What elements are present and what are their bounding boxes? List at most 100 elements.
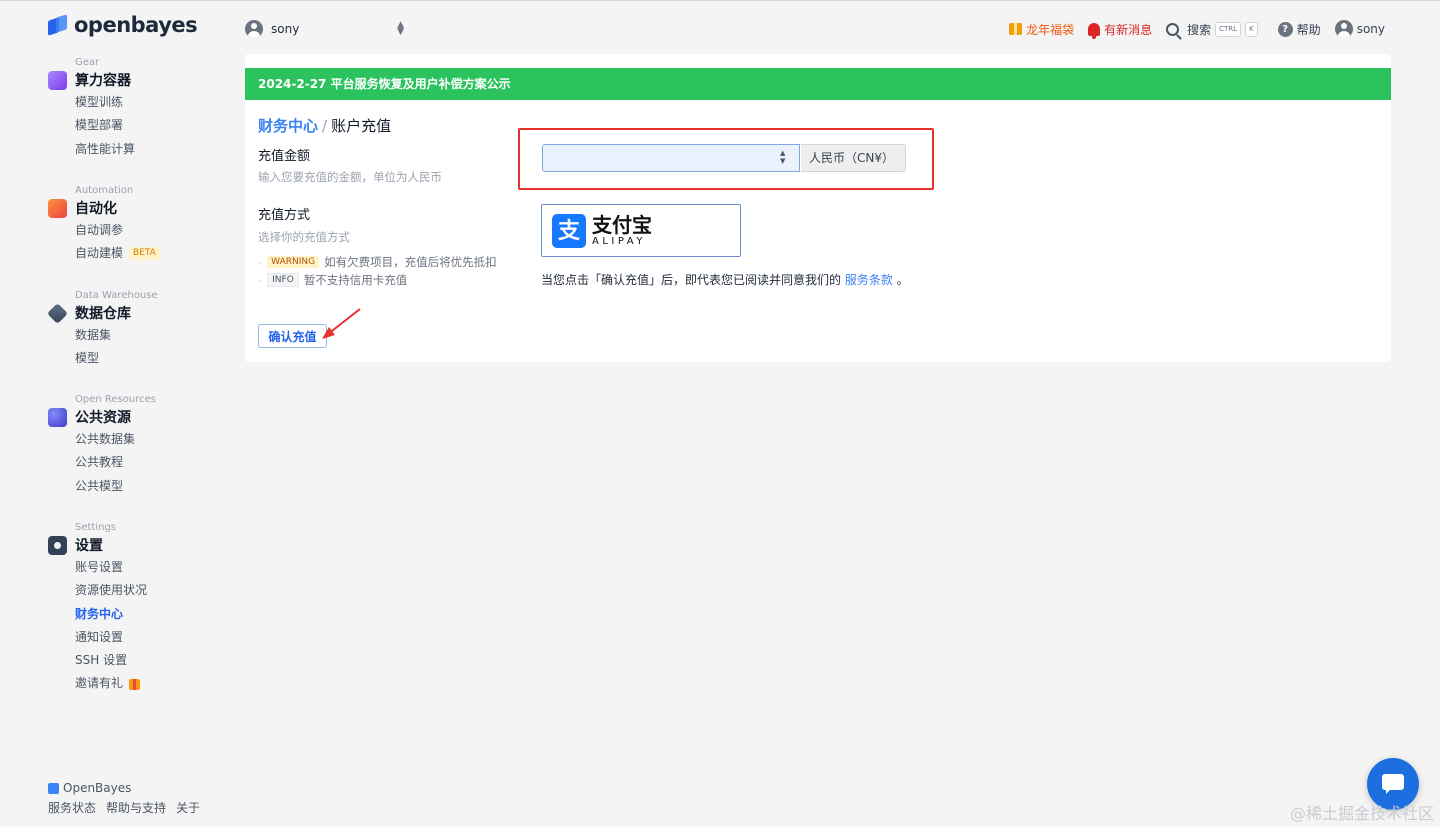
sidebar-item-label: 自动建模 [75,246,124,261]
sidebar-item-auto-modeling[interactable]: 自动建模 BETA [75,242,160,265]
alipay-option[interactable]: 支 支付宝 ALIPAY [541,204,741,257]
messages-label: 有新消息 [1104,22,1153,37]
sidebar-item-account-settings[interactable]: 账号设置 [75,556,147,579]
kbd-k: K [1245,21,1258,37]
open-resources-icon [48,407,67,427]
annotation-arrow-icon [322,308,361,339]
sidebar-head-container[interactable]: 算力容器 [48,69,135,91]
list-dash: - [258,273,263,287]
group-eyebrow: Settings [75,522,117,533]
messages-link[interactable]: 有新消息 [1088,21,1153,39]
sidebar-item-models[interactable]: 模型 [75,347,158,370]
footer-link-about[interactable]: 关于 [176,799,200,816]
user-menu[interactable]: sony [1334,20,1385,38]
search-icon [1166,22,1180,36]
sidebar-item-public-models[interactable]: 公共模型 [75,475,156,498]
sidebar-group-open-resources: Open Resources 公共资源 公共数据集 公共教程 公共模型 [48,393,156,498]
sidebar-head-warehouse[interactable]: 数据仓库 [47,302,158,324]
openbayes-mini-icon [48,782,59,794]
sidebar-item-public-tutorials[interactable]: 公共教程 [75,451,156,474]
search-button[interactable]: 搜索 CTRL K [1166,21,1258,38]
info-text: 暂不支持信用卡充值 [303,273,408,287]
terms-agreement: 当您点击「确认充值」后，即代表您已阅读并同意我们的 服务条款 。 [541,271,909,288]
sidebar-group-automation: Automation 自动化 自动调参 自动建模 BETA [48,184,160,266]
brand-logo[interactable]: openbayes [48,13,198,37]
chat-bubble-tail [1386,789,1391,794]
alipay-name-en: ALIPAY [592,235,646,247]
container-icon [48,70,67,90]
top-nav: 龙年福袋 有新消息 搜索 CTRL K ? 帮助 sony [1009,18,1385,40]
breadcrumb-parent[interactable]: 财务中心 [258,115,318,136]
annotation-highlight-box [518,128,934,190]
sidebar-item-hpc[interactable]: 高性能计算 [75,138,135,161]
chevron-updown-icon: ▲ ▼ [397,20,404,37]
gift-icon [1009,23,1023,35]
kbd-ctrl: CTRL [1215,21,1242,37]
method-label: 充值方式 [258,208,311,223]
warning-tag: WARNING [267,256,320,268]
agree-suffix: 。 [896,273,909,287]
sidebar-item-datasets[interactable]: 数据集 [75,324,158,347]
fortune-bag-label: 龙年福袋 [1026,22,1075,37]
group-eyebrow: Gear [75,57,100,68]
breadcrumb-separator: / [322,117,328,135]
confirm-recharge-button[interactable]: 确认充值 [258,324,327,348]
sidebar-item-notification-settings[interactable]: 通知设置 [75,626,147,649]
amount-label: 充值金额 [258,149,311,164]
account-select[interactable]: sony ▲ ▼ [245,18,410,40]
group-title: 算力容器 [75,73,131,89]
sidebar-item-label: 邀请有礼 [75,676,124,691]
search-label: 搜索 [1187,22,1212,37]
footer-links: 服务状态 帮助与支持 关于 [48,799,200,816]
beta-badge: BETA [129,247,160,261]
avatar-icon [1334,20,1353,38]
sidebar-head-automation[interactable]: 自动化 [48,197,160,219]
help-icon: ? [1277,21,1293,37]
warning-note: - WARNING 如有欠费项目，充值后将优先抵扣 [258,254,497,270]
sidebar-item-ssh-settings[interactable]: SSH 设置 [75,649,147,672]
group-eyebrow: Automation [75,185,134,196]
sidebar-head-open-resources[interactable]: 公共资源 [48,406,156,428]
gift-icon [129,678,141,690]
list-dash: - [258,255,263,269]
sidebar-group-data-warehouse: Data Warehouse 数据仓库 数据集 模型 [47,289,158,371]
footer-link-help[interactable]: 帮助与支持 [106,799,166,816]
amount-hint: 输入您要充值的金额，单位为人民币 [258,170,442,184]
group-title: 公共资源 [75,410,131,426]
footer-brand: OpenBayes [48,781,131,795]
user-name: sony [1356,22,1385,36]
help-link[interactable]: ? 帮助 [1277,21,1321,38]
footer-brand-name: OpenBayes [63,781,132,795]
sidebar-item-auto-tuning[interactable]: 自动调参 [75,219,160,242]
alipay-wordmark: 支付宝 ALIPAY [592,214,652,248]
group-title: 自动化 [75,201,117,217]
group-title: 数据仓库 [75,306,131,322]
footer-link-status[interactable]: 服务状态 [48,799,96,816]
group-eyebrow: Open Resources [75,394,156,405]
sidebar-item-model-training[interactable]: 模型训练 [75,91,135,114]
alipay-name-zh: 支付宝 [592,212,652,237]
automation-icon [48,198,67,218]
notice-banner[interactable]: 2024-2-27 平台服务恢复及用户补偿方案公示 [245,68,1391,100]
sidebar-item-resource-usage[interactable]: 资源使用状况 [75,579,147,602]
settings-icon [48,535,67,555]
info-tag: INFO [267,273,299,287]
alipay-icon: 支 [552,213,586,248]
avatar-icon [245,20,263,38]
account-name: sony [271,22,300,36]
watermark: @稀土掘金技术社区 [1289,804,1434,823]
breadcrumb: 财务中心 / 账户充值 [258,115,391,136]
fortune-bag-link[interactable]: 龙年福袋 [1009,21,1074,38]
bell-icon [1088,22,1101,39]
sidebar-group-gear: Gear 算力容器 模型训练 模型部署 高性能计算 [48,56,135,161]
info-note: - INFO 暂不支持信用卡充值 [258,272,407,288]
sidebar-head-settings[interactable]: 设置 [48,534,147,556]
warning-text: 如有欠费项目，充值后将优先抵扣 [324,255,497,269]
sidebar-item-model-deploy[interactable]: 模型部署 [75,114,135,137]
sidebar-group-settings: Settings 设置 账号设置 资源使用状况 财务中心 通知设置 SSH 设置… [48,521,147,696]
sidebar-item-invite[interactable]: 邀请有礼 [75,672,147,695]
help-label: 帮助 [1296,22,1321,37]
terms-link[interactable]: 服务条款 [845,273,893,287]
sidebar-item-finance-center[interactable]: 财务中心 [75,603,147,626]
sidebar-item-public-datasets[interactable]: 公共数据集 [75,428,156,451]
